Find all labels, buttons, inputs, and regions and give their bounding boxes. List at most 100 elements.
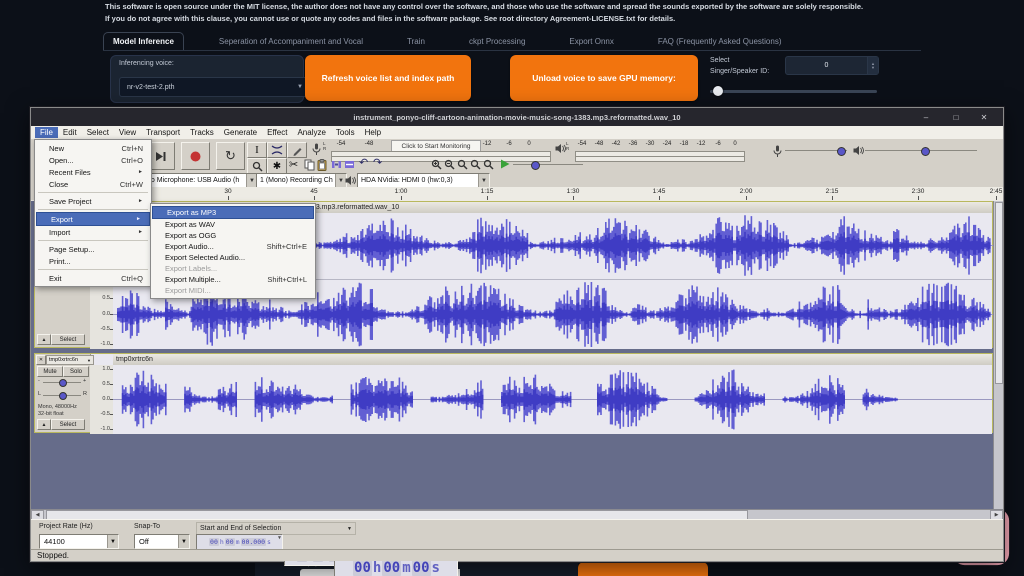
envelope-tool-button[interactable] xyxy=(267,142,287,158)
track1-ch2-ruler[interactable]: 1.00.50.0-0.5-1.0 xyxy=(90,279,114,349)
tab-model-inference[interactable]: Model Inference xyxy=(103,32,184,50)
pan-knob[interactable] xyxy=(59,392,67,400)
zoom-in-button[interactable] xyxy=(431,159,442,170)
channels-select[interactable]: 1 (Mono) Recording Ch▼ xyxy=(256,173,347,188)
zoom-tool-button[interactable] xyxy=(247,158,267,174)
silence-audio-button[interactable] xyxy=(344,159,355,170)
loop-button[interactable]: ↻ xyxy=(216,142,245,170)
menu-item-export-as-mp3[interactable]: Export as MP3 xyxy=(152,206,314,219)
project-rate-select[interactable]: 44100▼ xyxy=(39,534,119,549)
menu-tracks[interactable]: Tracks xyxy=(185,127,219,138)
speaker-id-slider[interactable] xyxy=(710,90,877,93)
track2-collapse-button[interactable]: ▲ xyxy=(37,419,51,430)
multi-tool-button[interactable]: ✱ xyxy=(267,158,287,174)
spinner-icon[interactable]: ▲▼ xyxy=(867,57,878,74)
tab-seperation-of-accompaniment-and-vocal[interactable]: Seperation of Accompaniment and Vocal xyxy=(210,33,372,50)
menu-analyze[interactable]: Analyze xyxy=(292,127,330,138)
trim-audio-button[interactable] xyxy=(331,159,342,170)
play-volume-knob[interactable] xyxy=(921,147,930,156)
menu-edit[interactable]: Edit xyxy=(58,127,82,138)
selection-start-field[interactable]: 00h00m00.000s▼ xyxy=(196,534,283,550)
menu-separator xyxy=(38,209,148,210)
zoom-selection-button[interactable] xyxy=(457,159,468,170)
track2-name-menu[interactable]: tmp0xrtrc6n▼ xyxy=(46,355,94,365)
play-speed-slider[interactable] xyxy=(513,164,583,165)
menu-item-new[interactable]: NewCtrl+N xyxy=(35,142,151,154)
menu-tools[interactable]: Tools xyxy=(331,127,360,138)
maximize-button[interactable]: □ xyxy=(945,108,967,126)
menu-item-export[interactable]: Export► xyxy=(36,212,150,226)
menu-item-import[interactable]: Import► xyxy=(35,226,151,238)
timeline-ruler[interactable]: 1530451:001:151:301:452:002:152:302:45 xyxy=(31,187,1003,202)
copy-button[interactable] xyxy=(304,159,315,171)
close-button[interactable]: ✕ xyxy=(973,108,995,126)
record-volume-knob[interactable] xyxy=(837,147,846,156)
minimize-button[interactable]: – xyxy=(915,108,937,126)
menu-generate[interactable]: Generate xyxy=(219,127,262,138)
track-vocal[interactable]: ✕ tmp0xrtrc6n▼ Mute Solo - + L R Mono, 4… xyxy=(34,353,993,433)
menu-item-label: Page Setup... xyxy=(49,245,94,254)
track2-ruler[interactable]: 1.00.50.0-0.5-1.0 xyxy=(90,365,114,434)
speaker-id-slider-knob[interactable] xyxy=(713,86,723,96)
tab-train[interactable]: Train xyxy=(398,33,434,50)
file-menu: NewCtrl+NOpen...Ctrl+ORecent Files►Close… xyxy=(34,139,152,287)
play-at-speed-button[interactable] xyxy=(499,158,511,170)
play-meter-bar-r[interactable] xyxy=(575,156,745,162)
menu-view[interactable]: View xyxy=(114,127,141,138)
mute-button[interactable]: Mute xyxy=(37,366,63,377)
output-device-select[interactable]: HDA NVidia: HDMI 0 (hw:0,3)▼ xyxy=(357,173,490,188)
snap-to-select[interactable]: Off▼ xyxy=(134,534,190,549)
menu-item-save-project[interactable]: Save Project► xyxy=(35,195,151,207)
redo-button[interactable]: ↷ xyxy=(373,156,382,169)
cut-button[interactable]: ✂ xyxy=(289,158,298,171)
menu-select[interactable]: Select xyxy=(82,127,114,138)
speaker-id-input[interactable]: 0 ▲▼ xyxy=(785,56,879,75)
menu-item-export-as-ogg[interactable]: Export as OGG xyxy=(151,230,315,241)
zoom-fit-button[interactable] xyxy=(470,159,481,170)
zoom-out-button[interactable] xyxy=(444,159,455,170)
vertical-scrollbar-thumb[interactable] xyxy=(995,202,1003,384)
menu-item-export-selected-audio[interactable]: Export Selected Audio... xyxy=(151,252,315,263)
track2-select-button[interactable]: Select xyxy=(51,419,85,430)
menu-item-export-as-wav[interactable]: Export as WAV xyxy=(151,219,315,230)
draw-tool-button[interactable] xyxy=(287,142,307,158)
zoom-toggle-button[interactable] xyxy=(483,159,494,170)
tab-export-onnx[interactable]: Export Onnx xyxy=(560,33,622,50)
speaker-icon xyxy=(555,143,566,154)
track1-collapse-button[interactable]: ▲ xyxy=(37,334,51,345)
time-token: 00 xyxy=(209,538,219,546)
menu-item-open[interactable]: Open...Ctrl+O xyxy=(35,154,151,166)
menu-item-page-setup[interactable]: Page Setup... xyxy=(35,243,151,255)
menu-item-print[interactable]: Print... xyxy=(35,255,151,267)
menu-item-exit[interactable]: ExitCtrl+Q xyxy=(35,272,151,284)
ruler-value: -0.5 xyxy=(101,326,110,332)
menu-effect[interactable]: Effect xyxy=(262,127,292,138)
menu-item-close[interactable]: CloseCtrl+W xyxy=(35,178,151,190)
menu-item-export-audio[interactable]: Export Audio...Shift+Ctrl+E xyxy=(151,241,315,252)
time-token: h xyxy=(220,538,224,546)
tab-ckpt-processing[interactable]: ckpt Processing xyxy=(460,33,534,50)
play-speed-knob[interactable] xyxy=(531,161,540,170)
gain-knob[interactable] xyxy=(59,379,67,387)
title-bar[interactable]: instrument_ponyo-cliff-cartoon-animation… xyxy=(31,108,1003,126)
vertical-scrollbar[interactable] xyxy=(993,201,1003,509)
menu-help[interactable]: Help xyxy=(360,127,386,138)
bottom-orange-button[interactable] xyxy=(578,562,708,576)
unload-voice-button[interactable]: Unload voice to save GPU memory: xyxy=(510,55,698,101)
menu-item-recent-files[interactable]: Recent Files► xyxy=(35,166,151,178)
track2-waveform[interactable] xyxy=(113,365,992,434)
input-device-select[interactable]: eo Microphone: USB Audio (h▼ xyxy=(143,173,258,188)
track1-select-button[interactable]: Select xyxy=(51,334,85,345)
tab-faq-frequently-asked-questions[interactable]: FAQ (Frequently Asked Questions) xyxy=(649,33,791,50)
menu-file[interactable]: File xyxy=(35,127,58,138)
record-button[interactable] xyxy=(181,142,210,170)
menu-item-export-multiple[interactable]: Export Multiple...Shift+Ctrl+L xyxy=(151,274,315,285)
refresh-voice-list-button[interactable]: Refresh voice list and index path xyxy=(305,55,471,101)
voice-select[interactable]: nr-v2-test-2.pth ▼ xyxy=(119,77,311,97)
paste-button[interactable] xyxy=(317,159,327,171)
menu-transport[interactable]: Transport xyxy=(141,127,185,138)
undo-button[interactable]: ↶ xyxy=(359,156,368,169)
solo-button[interactable]: Solo xyxy=(63,366,89,377)
selection-tool-button[interactable]: I xyxy=(247,142,267,158)
track2-close-button[interactable]: ✕ xyxy=(36,355,46,365)
